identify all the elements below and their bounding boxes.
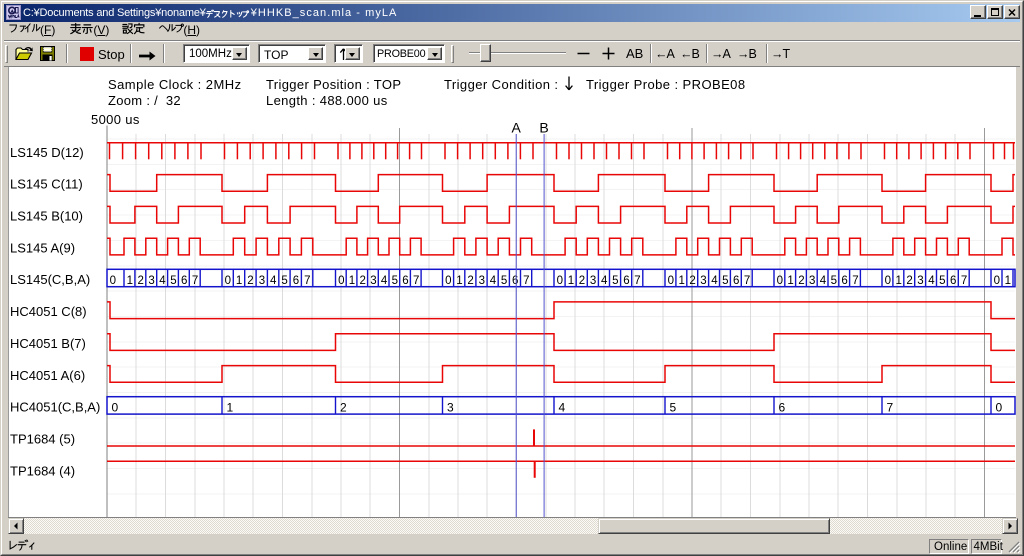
svg-text:6: 6: [950, 275, 956, 287]
svg-text:4: 4: [381, 275, 388, 287]
svg-text:1: 1: [1005, 275, 1011, 287]
svg-text:7: 7: [887, 401, 894, 415]
svg-text:LS145 B(10): LS145 B(10): [10, 209, 83, 224]
svg-text:2: 2: [906, 275, 912, 287]
svg-text:2: 2: [798, 275, 804, 287]
svg-text:3: 3: [809, 275, 815, 287]
svg-text:6: 6: [402, 275, 408, 287]
svg-text:6: 6: [841, 275, 847, 287]
svg-text:2: 2: [340, 401, 347, 415]
svg-text:4: 4: [559, 401, 566, 415]
svg-text:1: 1: [227, 401, 234, 415]
svg-text:4: 4: [270, 275, 277, 287]
svg-text:LS145 C(11): LS145 C(11): [10, 177, 83, 192]
svg-text:6: 6: [181, 275, 187, 287]
svg-text:2: 2: [579, 275, 585, 287]
svg-text:A: A: [512, 120, 522, 136]
svg-text:6: 6: [293, 275, 299, 287]
svg-text:1: 1: [568, 275, 574, 287]
svg-text:0: 0: [557, 275, 563, 287]
svg-text:HC4051 C(8): HC4051 C(8): [10, 304, 87, 319]
svg-text:0: 0: [225, 275, 231, 287]
svg-text:3: 3: [447, 401, 454, 415]
svg-text:5: 5: [392, 275, 398, 287]
svg-text:2: 2: [247, 275, 253, 287]
svg-text:7: 7: [852, 275, 858, 287]
svg-text:0: 0: [885, 275, 891, 287]
svg-text:7: 7: [634, 275, 640, 287]
svg-text:TP1684 (5): TP1684 (5): [10, 432, 75, 447]
svg-text:0: 0: [338, 275, 344, 287]
svg-text:4: 4: [928, 275, 935, 287]
svg-text:0: 0: [110, 275, 116, 287]
svg-text:5: 5: [939, 275, 945, 287]
svg-text:7: 7: [413, 275, 419, 287]
svg-text:TP1684 (4): TP1684 (4): [10, 463, 75, 478]
svg-text:0: 0: [112, 401, 119, 415]
svg-text:HC4051 A(6): HC4051 A(6): [10, 368, 85, 383]
svg-text:2: 2: [467, 275, 473, 287]
svg-text:1: 1: [349, 275, 355, 287]
svg-text:3: 3: [590, 275, 596, 287]
svg-text:3: 3: [148, 275, 154, 287]
svg-text:4: 4: [601, 275, 608, 287]
svg-text:6: 6: [623, 275, 629, 287]
svg-text:3: 3: [700, 275, 706, 287]
svg-text:5: 5: [722, 275, 728, 287]
svg-text:4: 4: [159, 275, 166, 287]
svg-text:7: 7: [523, 275, 529, 287]
svg-text:3: 3: [917, 275, 923, 287]
svg-text:HC4051 B(7): HC4051 B(7): [10, 336, 86, 351]
svg-text:6: 6: [779, 401, 786, 415]
svg-text:5: 5: [501, 275, 507, 287]
svg-text:0: 0: [668, 275, 674, 287]
svg-text:5: 5: [612, 275, 618, 287]
svg-text:1: 1: [236, 275, 242, 287]
svg-text:5: 5: [281, 275, 287, 287]
svg-text:2: 2: [360, 275, 366, 287]
svg-text:HC4051(C,B,A): HC4051(C,B,A): [10, 400, 100, 415]
svg-text:0: 0: [777, 275, 783, 287]
svg-text:5: 5: [831, 275, 837, 287]
svg-text:7: 7: [961, 275, 967, 287]
svg-text:B: B: [539, 120, 548, 136]
svg-text:2: 2: [138, 275, 144, 287]
svg-text:7: 7: [192, 275, 198, 287]
svg-text:5: 5: [170, 275, 176, 287]
svg-text:1: 1: [896, 275, 902, 287]
svg-text:7: 7: [744, 275, 750, 287]
svg-text:0: 0: [445, 275, 451, 287]
svg-text:1: 1: [679, 275, 685, 287]
svg-text:6: 6: [733, 275, 739, 287]
svg-text:0: 0: [994, 275, 1000, 287]
svg-text:1: 1: [456, 275, 462, 287]
svg-text:2: 2: [689, 275, 695, 287]
svg-text:LS145(C,B,A): LS145(C,B,A): [10, 272, 90, 287]
svg-text:4: 4: [711, 275, 718, 287]
svg-text:4: 4: [490, 275, 497, 287]
svg-text:6: 6: [512, 275, 518, 287]
svg-text:LS145 A(9): LS145 A(9): [10, 240, 75, 255]
svg-text:3: 3: [370, 275, 376, 287]
svg-text:LS145 D(12): LS145 D(12): [10, 145, 84, 160]
svg-text:1: 1: [787, 275, 793, 287]
svg-text:5: 5: [670, 401, 677, 415]
svg-text:3: 3: [259, 275, 265, 287]
svg-text:7: 7: [304, 275, 310, 287]
svg-text:0: 0: [996, 401, 1003, 415]
svg-text:1: 1: [127, 275, 133, 287]
svg-text:4: 4: [820, 275, 827, 287]
svg-text:3: 3: [479, 275, 485, 287]
